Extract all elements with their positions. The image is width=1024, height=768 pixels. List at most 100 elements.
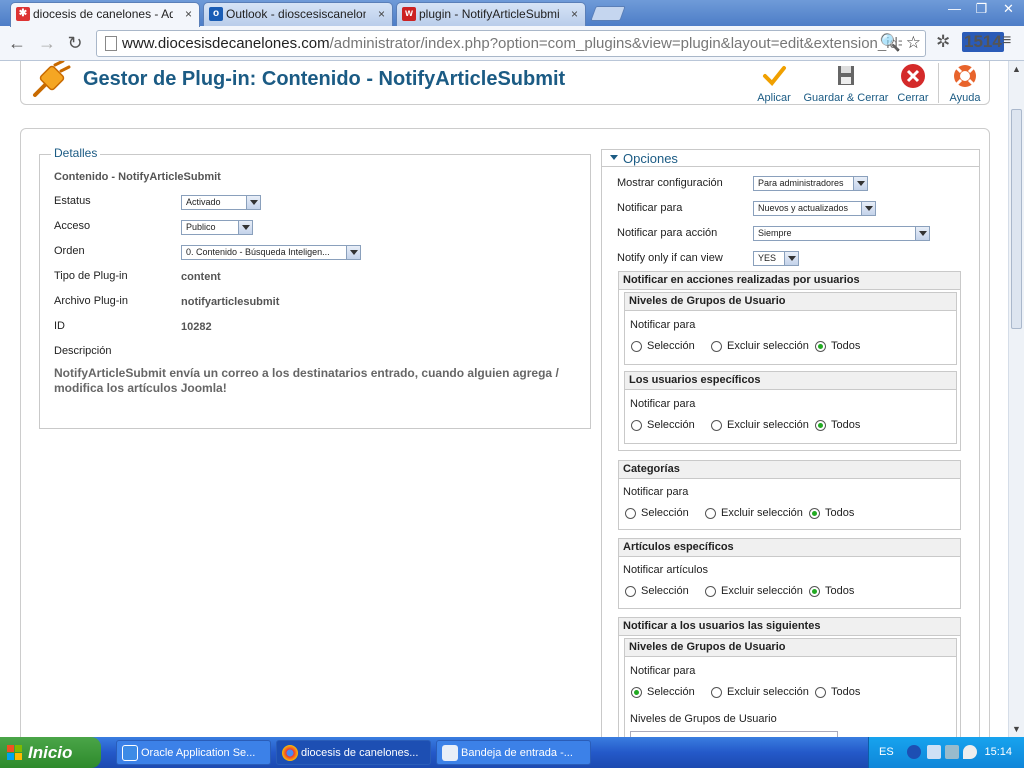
back-icon[interactable]: ← <box>6 32 28 54</box>
close-button[interactable]: Cerrar <box>894 63 932 104</box>
plugin-icon <box>33 61 71 97</box>
outlook-icon: o <box>209 7 223 21</box>
scroll-down-icon[interactable]: ▼ <box>1012 724 1021 734</box>
notify-for-select[interactable]: Nuevos y actualizados <box>753 201 876 216</box>
radio-exclude[interactable] <box>705 586 716 597</box>
reload-icon[interactable]: ↻ <box>64 32 86 54</box>
content-box: Detalles Contenido - NotifyArticleSubmit… <box>20 128 990 737</box>
task-oracle[interactable]: Oracle Application Se... <box>116 740 271 765</box>
url-text[interactable]: www.diocesisdecanelones.com/administrato… <box>122 35 902 52</box>
status-select[interactable]: Activado <box>181 195 261 210</box>
window-controls: — ❐ ✕ <box>941 0 1022 18</box>
radio-all[interactable] <box>809 508 820 519</box>
floppy-disk-icon <box>838 66 854 85</box>
url-host: www.diocesisdecanelones.com <box>122 35 330 52</box>
close-label: Cerrar <box>897 92 929 104</box>
browser-tabstrip: ✱ diocesis de canelones - Admi × o Outlo… <box>0 0 1024 27</box>
chevron-down-icon <box>246 196 260 209</box>
language-indicator[interactable]: ES <box>879 746 894 758</box>
start-button[interactable]: Inicio <box>0 737 101 768</box>
notify-users-groups-subgroup: Niveles de Grupos de Usuario Notificar p… <box>624 638 957 737</box>
lifebuoy-icon <box>954 65 976 87</box>
apply-button[interactable]: Aplicar <box>756 63 792 104</box>
notify-action-select[interactable]: Siempre <box>753 226 930 241</box>
radio-exclude[interactable] <box>711 420 722 431</box>
menu-icon[interactable]: ≡ <box>1002 32 1011 50</box>
radio-all[interactable] <box>809 586 820 597</box>
scroll-thumb[interactable] <box>1011 109 1022 329</box>
window-close-button[interactable]: ✕ <box>995 0 1022 18</box>
save-close-label: Guardar & Cerrar <box>803 92 889 104</box>
task-label: Oracle Application Se... <box>141 747 256 759</box>
radio-all[interactable] <box>815 420 826 431</box>
radio-exclude[interactable] <box>711 341 722 352</box>
extension-badge: 1514 <box>962 32 1004 52</box>
radio-exclude-label: Excluir selección <box>727 686 809 698</box>
save-close-button[interactable]: Guardar & Cerrar <box>801 63 891 104</box>
radio-exclude-label: Excluir selección <box>727 419 809 431</box>
chevron-down-icon <box>784 252 798 265</box>
radio-selection[interactable] <box>631 420 642 431</box>
radio-all[interactable] <box>815 341 826 352</box>
show-config-value: Para administradores <box>758 178 844 188</box>
tab-title: Outlook - dioscesiscanelones <box>226 7 366 21</box>
order-label: Orden <box>54 245 85 257</box>
toolbar-divider <box>938 63 939 103</box>
forward-icon[interactable]: → <box>36 32 58 54</box>
options-header[interactable]: Opciones <box>602 150 979 167</box>
checkmark-icon <box>763 66 786 86</box>
task-chrome[interactable]: diocesis de canelones... <box>276 740 431 765</box>
options-panel: Opciones Mostrar configuración Para admi… <box>601 149 980 737</box>
webapp-icon: w <box>402 7 416 21</box>
id-label: ID <box>54 320 65 332</box>
radio-selection[interactable] <box>631 687 642 698</box>
notify-view-select[interactable]: YES <box>753 251 799 266</box>
tab-outlook[interactable]: o Outlook - dioscesiscanelones × <box>203 2 393 26</box>
minimize-button[interactable]: — <box>941 0 968 18</box>
page-scrollbar[interactable]: ▲ ▼ <box>1008 61 1024 737</box>
show-config-label: Mostrar configuración <box>617 177 723 189</box>
tab-plugin[interactable]: w plugin - NotifyArticleSubmit - × <box>396 2 586 26</box>
close-tab-icon[interactable]: × <box>571 3 578 25</box>
new-tab-button[interactable] <box>590 6 626 21</box>
radio-exclude-label: Excluir selección <box>721 585 803 597</box>
tab-admin[interactable]: ✱ diocesis de canelones - Admi × <box>10 2 200 27</box>
radio-exclude[interactable] <box>711 687 722 698</box>
help-button[interactable]: Ayuda <box>947 63 983 104</box>
display-icon[interactable] <box>945 745 959 759</box>
radio-selection[interactable] <box>625 508 636 519</box>
user-groups-subgroup: Niveles de Grupos de Usuario Notificar p… <box>624 292 957 365</box>
chevron-down-icon <box>915 227 929 240</box>
apply-label: Aplicar <box>757 92 791 104</box>
clock[interactable]: 15:14 <box>984 746 1012 758</box>
show-config-select[interactable]: Para administradores <box>753 176 868 191</box>
tray-expand-icon[interactable] <box>907 745 921 759</box>
chat-icon[interactable] <box>963 745 977 759</box>
order-select[interactable]: 0. Contenido - Búsqueda Inteligen... <box>181 245 361 260</box>
scroll-up-icon[interactable]: ▲ <box>1012 64 1021 74</box>
restore-button[interactable]: ❐ <box>968 0 995 18</box>
search-star-icons[interactable]: 🔍 ☆ <box>880 33 921 53</box>
task-outlook[interactable]: Bandeja de entrada -... <box>436 740 591 765</box>
network-icon[interactable] <box>927 745 941 759</box>
specific-users-title: Los usuarios específicos <box>625 372 956 390</box>
radio-selection[interactable] <box>625 586 636 597</box>
notify-for-label: Notificar para <box>617 202 683 214</box>
page-header: Gestor de Plug-in: Contenido - NotifyArt… <box>20 61 990 105</box>
close-tab-icon[interactable]: × <box>185 3 192 25</box>
radio-all-label: Todos <box>831 419 861 431</box>
close-tab-icon[interactable]: × <box>378 3 385 25</box>
radio-selection-label: Selección <box>641 585 689 597</box>
collapse-triangle-icon <box>610 155 618 160</box>
radio-selection[interactable] <box>631 341 642 352</box>
access-value: Publico <box>186 222 216 232</box>
radio-all[interactable] <box>815 687 826 698</box>
radio-exclude[interactable] <box>705 508 716 519</box>
extension-bug-icon[interactable]: ✲ <box>936 32 950 52</box>
type-value: content <box>181 271 221 283</box>
articles-title: Artículos específicos <box>619 539 960 557</box>
start-label: Inicio <box>28 743 73 762</box>
address-bar[interactable]: www.diocesisdecanelones.com/administrato… <box>96 30 926 57</box>
categories-group: Categorías Notificar para Selección Excl… <box>618 460 961 530</box>
access-select[interactable]: Publico <box>181 220 253 235</box>
